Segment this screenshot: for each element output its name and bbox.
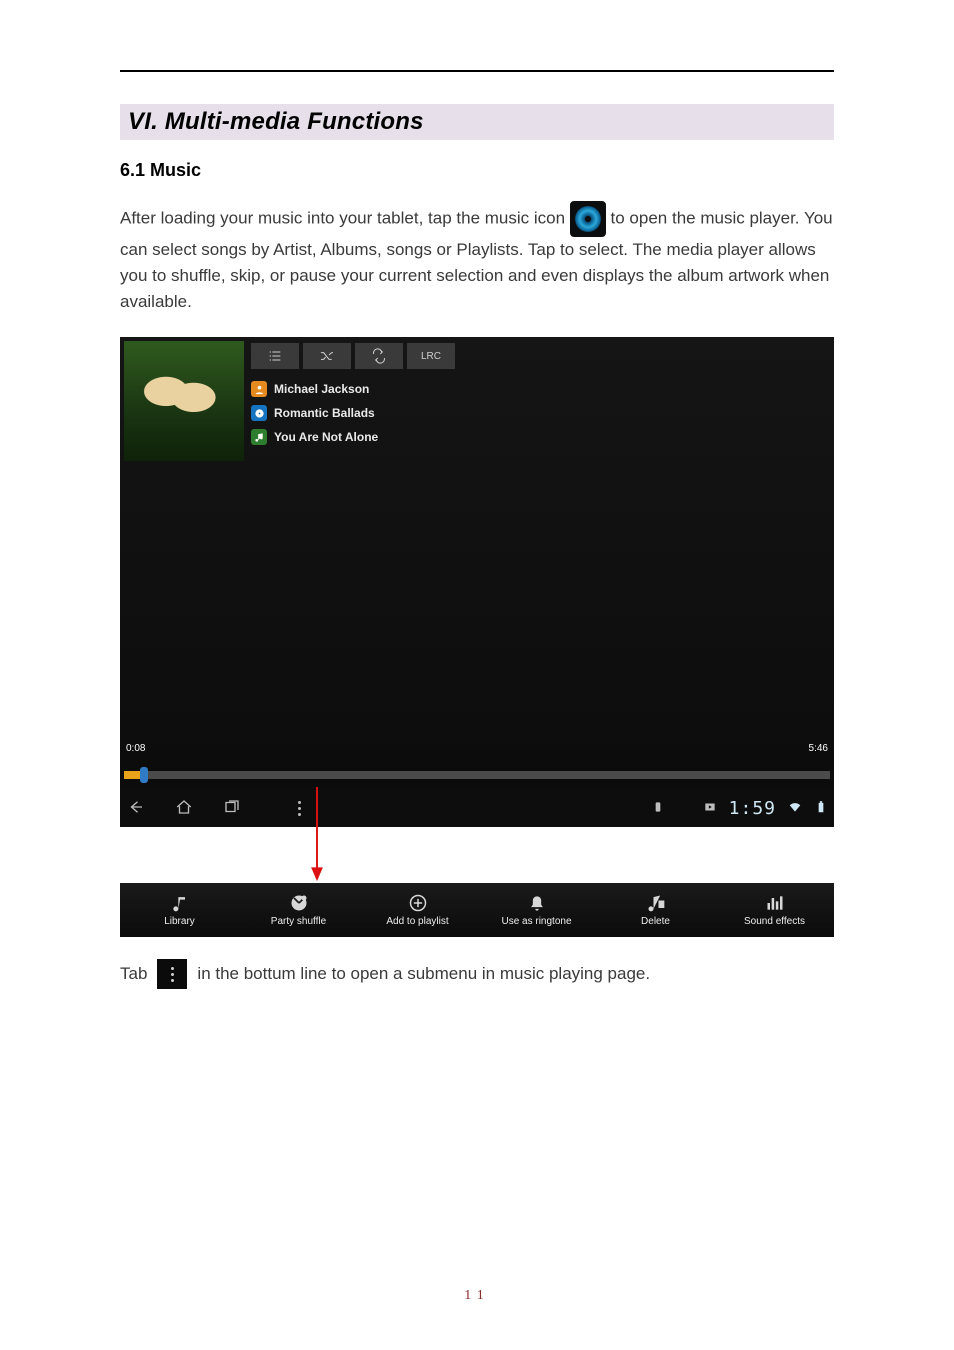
wifi-icon xyxy=(788,800,802,817)
song-name: You Are Not Alone xyxy=(274,430,378,444)
usb-icon xyxy=(677,800,691,817)
para2-post: in the bottum line to open a submenu in … xyxy=(197,961,650,987)
player-top-tabs: LRC xyxy=(251,343,455,369)
submenu-use-as-ringtone-label: Use as ringtone xyxy=(501,916,571,927)
home-button[interactable] xyxy=(174,798,194,819)
repeat-icon xyxy=(371,348,387,364)
party-shuffle-icon xyxy=(289,893,309,913)
top-rule xyxy=(120,70,834,72)
music-player-screenshot: LRC Michael Jackson Romantic Ballads xyxy=(120,337,834,827)
delete-icon xyxy=(646,893,666,913)
track-meta: Michael Jackson Romantic Ballads You Are… xyxy=(251,377,378,449)
ringtone-icon xyxy=(527,893,547,913)
clock: 1:59 xyxy=(729,798,776,819)
artist-name: Michael Jackson xyxy=(274,382,369,396)
submenu-paragraph: Tab in the bottum line to open a submenu… xyxy=(120,959,834,989)
repeat-tab[interactable] xyxy=(355,343,403,369)
page-number: 11 xyxy=(0,1288,954,1304)
submenu-library[interactable]: Library xyxy=(120,883,239,937)
lrc-label: LRC xyxy=(421,351,441,362)
music-app-icon xyxy=(570,201,606,237)
list-icon xyxy=(267,348,283,364)
progress-area: 0:08 5:46 xyxy=(120,737,834,781)
submenu-delete[interactable]: Delete xyxy=(596,883,715,937)
artist-row: Michael Jackson xyxy=(251,377,378,401)
seek-fill xyxy=(124,771,140,779)
shuffle-icon xyxy=(319,348,335,364)
overflow-icon-inline xyxy=(157,959,187,989)
intro-paragraph: After loading your music into your table… xyxy=(120,201,834,315)
submenu-sound-effects-label: Sound effects xyxy=(744,916,805,927)
submenu-delete-label: Delete xyxy=(641,916,670,927)
submenu-library-label: Library xyxy=(164,916,195,927)
recent-apps-button[interactable] xyxy=(222,798,242,819)
back-button[interactable] xyxy=(126,798,146,819)
seek-bar[interactable] xyxy=(124,771,830,779)
annotation-arrow xyxy=(120,827,834,883)
media-icon xyxy=(703,800,717,817)
submenu-use-as-ringtone[interactable]: Use as ringtone xyxy=(477,883,596,937)
add-to-playlist-icon xyxy=(408,893,428,913)
lrc-tab[interactable]: LRC xyxy=(407,343,455,369)
library-icon xyxy=(170,893,190,913)
player-submenu: Library Party shuffle Add to playlist Us… xyxy=(120,883,834,937)
sub-heading: 6.1 Music xyxy=(120,160,834,181)
elapsed-time: 0:08 xyxy=(126,743,145,754)
section-heading: VI. Multi-media Functions xyxy=(120,104,834,140)
submenu-party-shuffle-label: Party shuffle xyxy=(271,916,326,927)
equalizer-icon xyxy=(765,893,785,913)
shuffle-tab[interactable] xyxy=(303,343,351,369)
total-time: 5:46 xyxy=(809,743,828,754)
song-row: You Are Not Alone xyxy=(251,425,378,449)
playlist-tab[interactable] xyxy=(251,343,299,369)
system-bar: 1:59 xyxy=(120,789,834,827)
seek-thumb[interactable] xyxy=(140,767,148,783)
overflow-menu-button[interactable] xyxy=(298,801,301,816)
album-artwork xyxy=(124,341,244,461)
song-icon xyxy=(251,429,267,445)
submenu-add-to-playlist[interactable]: Add to playlist xyxy=(358,883,477,937)
para2-pre: Tab xyxy=(120,961,147,987)
artist-icon xyxy=(251,381,267,397)
submenu-add-to-playlist-label: Add to playlist xyxy=(386,916,448,927)
album-name: Romantic Ballads xyxy=(274,406,375,420)
album-row: Romantic Ballads xyxy=(251,401,378,425)
intro-text-pre: After loading your music into your table… xyxy=(120,208,565,227)
vibrate-icon xyxy=(651,800,665,817)
submenu-sound-effects[interactable]: Sound effects xyxy=(715,883,834,937)
album-icon xyxy=(251,405,267,421)
battery-icon xyxy=(814,800,828,817)
submenu-party-shuffle[interactable]: Party shuffle xyxy=(239,883,358,937)
